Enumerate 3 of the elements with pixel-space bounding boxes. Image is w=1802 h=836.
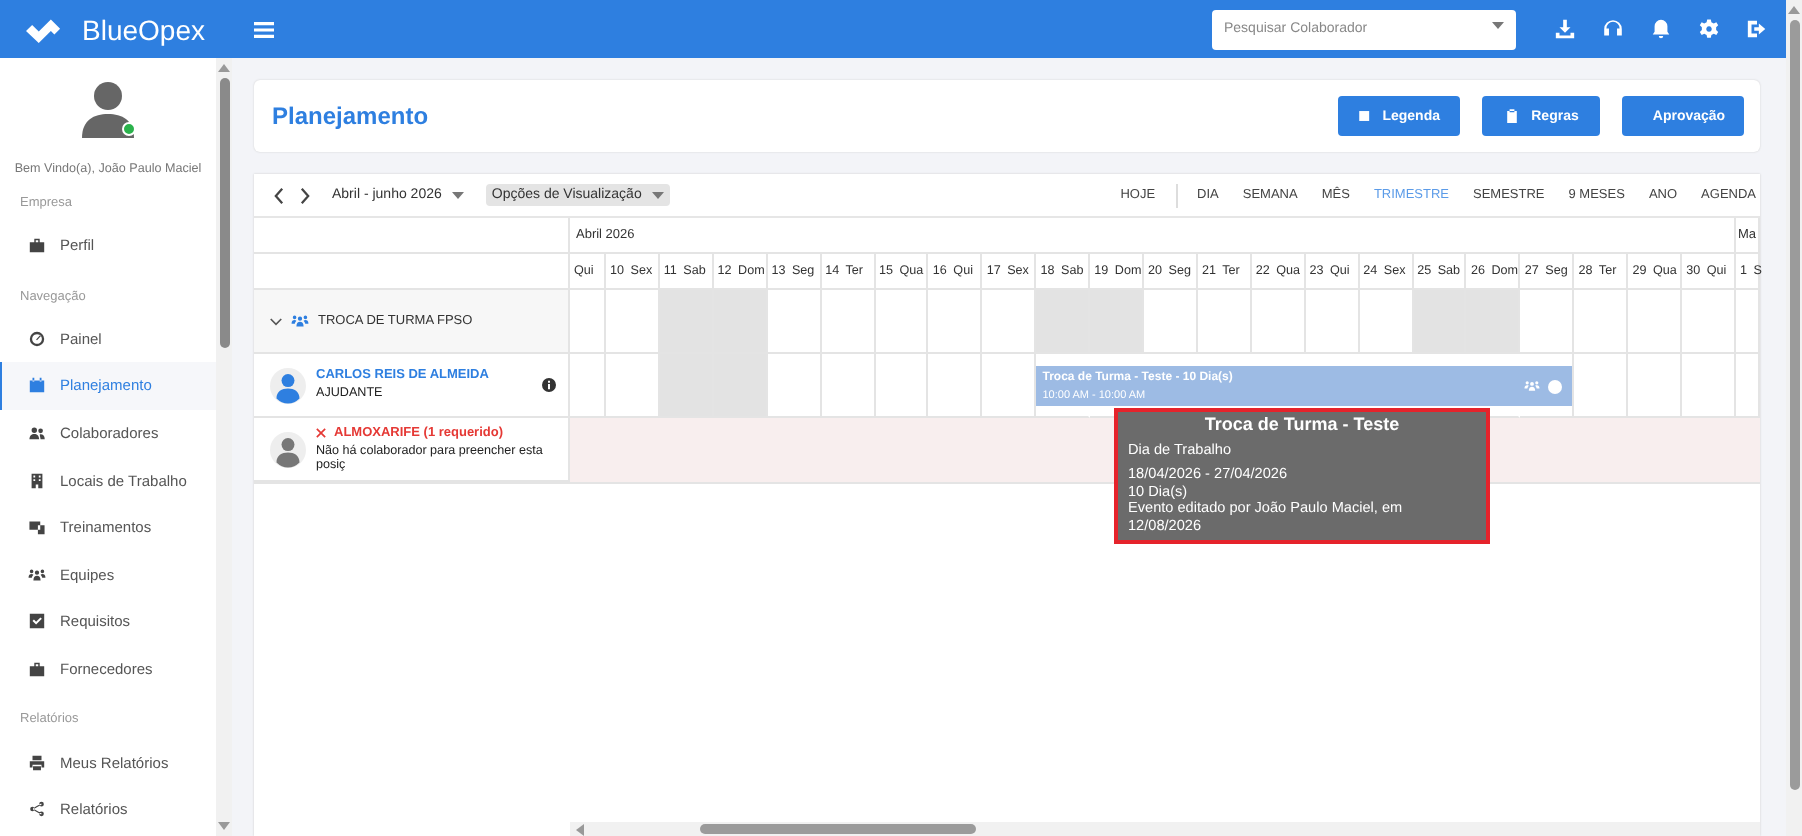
page-title: Planejamento xyxy=(272,102,429,130)
tooltip-title: Troca de Turma - Teste xyxy=(1202,414,1402,434)
brand-name: BlueOpex xyxy=(82,13,205,45)
